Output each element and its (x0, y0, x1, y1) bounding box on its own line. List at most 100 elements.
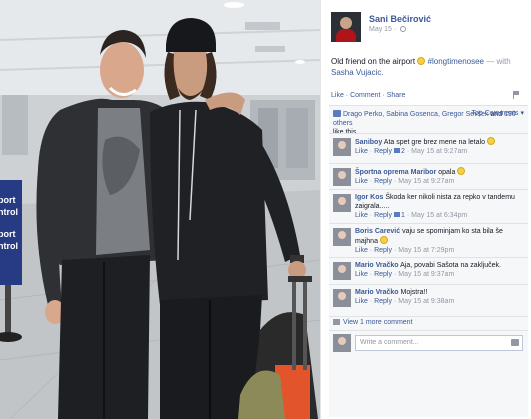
comment-meta: Like · Reply 2 · May 15 at 9:27am (355, 148, 467, 155)
sign-text-4: ntrol (0, 241, 18, 251)
comment-timestamp[interactable]: May 15 at 9:27am (411, 148, 467, 155)
top-comments-dropdown[interactable]: Top Comments ▾ (471, 109, 524, 117)
comment-reply-link[interactable]: Reply (374, 148, 392, 155)
like-count-icon (394, 148, 400, 153)
comment-timestamp[interactable]: May 15 at 9:27am (398, 178, 454, 185)
commenter-avatar[interactable] (333, 194, 351, 212)
globe-icon[interactable] (400, 26, 407, 33)
commenter-name[interactable]: Mario Vračko (355, 289, 399, 296)
comment-meta: Like · Reply · May 15 at 9:37am (355, 271, 454, 278)
smiley-icon (417, 57, 426, 65)
camera-icon[interactable] (511, 339, 519, 346)
commenter-avatar[interactable] (333, 289, 351, 307)
separator: · (369, 271, 373, 278)
commenter-avatar[interactable] (333, 262, 351, 280)
post-header: Sani Bečirović May 15 · (331, 12, 526, 46)
comment-timestamp[interactable]: May 15 at 9:38am (398, 298, 454, 305)
smiley-icon (486, 137, 495, 145)
post-side-panel: Sani Bečirović May 15 · Old friend on th… (320, 0, 531, 419)
author-name[interactable]: Sani Bečirović (369, 14, 431, 24)
comment-like-count[interactable]: 2 (401, 148, 405, 155)
separator: · (345, 92, 349, 99)
comment-like-count[interactable]: 1 (401, 212, 405, 219)
comment-like-link[interactable]: Like (355, 271, 368, 278)
separator: · (369, 247, 373, 254)
commenter-avatar[interactable] (333, 138, 351, 156)
comment-reply-link[interactable]: Reply (374, 271, 392, 278)
comment-text: Mojstra!! (400, 289, 428, 296)
comments-section: Drago Perko, Sabina Gosenca, Gregor Sevš… (329, 105, 528, 417)
commenter-name[interactable]: Boris Carević (355, 228, 400, 235)
separator: · (393, 271, 397, 278)
comment-reply-link[interactable]: Reply (374, 247, 392, 254)
smiley-icon (379, 236, 388, 244)
like-count-icon (394, 212, 400, 217)
separator: · (382, 92, 385, 99)
separator: · (406, 212, 410, 219)
tagged-person-link[interactable]: Sasha Vujacic. (331, 68, 384, 77)
comment-text: opala (438, 169, 456, 176)
comment-body: Igor Kos Škoda ker nikoli nista za repko… (355, 193, 525, 220)
comment-body: Mario Vračko Aja, povabi Sašota na zaklj… (355, 261, 525, 279)
viewer-avatar (333, 334, 351, 352)
commenter-name[interactable]: Športna oprema Maribor (355, 169, 436, 176)
sign-text-1: port (0, 195, 16, 205)
flag-icon[interactable] (513, 91, 519, 99)
comment-row: Igor Kos Škoda ker nikoli nista za repko… (329, 189, 528, 223)
likers-names[interactable]: Drago Perko, Sabina Gosenca, Gregor Sevš… (343, 111, 489, 118)
commenter-name[interactable]: Igor Kos (355, 194, 383, 201)
post-caption: Old friend on the airport #longtimenosee… (331, 56, 526, 78)
commenter-name[interactable]: Mario Vračko (355, 262, 399, 269)
separator: · (393, 247, 397, 254)
comment-row: Mario Vračko Mojstra!! Like · Reply · May… (329, 284, 528, 314)
post-photo[interactable]: port ntrol port ntrol (0, 0, 320, 419)
smiley-icon (457, 167, 466, 175)
separator: · (369, 212, 373, 219)
separator: · (369, 298, 373, 305)
photo-scene: port ntrol port ntrol (0, 0, 320, 419)
comment-row: Mario Vračko Aja, povabi Sašota na zaklj… (329, 257, 528, 284)
thumbs-up-icon (333, 110, 341, 117)
comment-body: Mario Vračko Mojstra!! Like · Reply · May… (355, 288, 525, 306)
comment-reply-link[interactable]: Reply (374, 298, 392, 305)
write-comment-placeholder: Write a comment... (360, 339, 419, 346)
comment-meta: Like · Reply · May 15 at 9:38am (355, 298, 454, 305)
comment-timestamp[interactable]: May 15 at 6:34pm (411, 212, 467, 219)
share-action[interactable]: Share (387, 92, 406, 99)
hashtag-link[interactable]: #longtimenosee (428, 57, 484, 66)
with-text: — with (486, 57, 511, 66)
comment-body: Boris Carević vaju se spominjam ko sta b… (355, 227, 525, 255)
post-date[interactable]: May 15 (369, 26, 392, 33)
separator: · (406, 148, 410, 155)
commenter-avatar[interactable] (333, 168, 351, 186)
comment-reply-link[interactable]: Reply (374, 178, 392, 185)
comment-action[interactable]: Comment (350, 92, 380, 99)
comment-row: Boris Carević vaju se spominjam ko sta b… (329, 223, 528, 257)
write-comment-input[interactable]: Write a comment... (355, 335, 523, 351)
comment-body: Saniboy Ata spet gre brez mene na letalo… (355, 137, 525, 156)
comment-text: Ata spet gre brez mene na letalo (383, 139, 485, 146)
separator: · (393, 298, 397, 305)
comment-meta: Like · Reply · May 15 at 7:29pm (355, 247, 454, 254)
comment-like-link[interactable]: Like (355, 212, 368, 219)
comment-reply-link[interactable]: Reply (374, 212, 392, 219)
post-meta: May 15 · (369, 26, 407, 33)
comment-timestamp[interactable]: May 15 at 7:29pm (398, 247, 454, 254)
comment-like-link[interactable]: Like (355, 178, 368, 185)
commenter-avatar[interactable] (333, 228, 351, 246)
comment-row: Saniboy Ata spet gre brez mene na letalo… (329, 133, 528, 163)
separator: · (393, 178, 397, 185)
separator: · (369, 178, 373, 185)
comment-row: Športna oprema Maribor opala Like · Repl… (329, 163, 528, 189)
author-avatar[interactable] (331, 12, 361, 42)
commenter-name[interactable]: Saniboy (355, 139, 382, 146)
comment-like-link[interactable]: Like (355, 148, 368, 155)
view-more-link[interactable]: View 1 more comment (343, 319, 413, 326)
comment-timestamp[interactable]: May 15 at 9:37am (398, 271, 454, 278)
comment-like-link[interactable]: Like (355, 298, 368, 305)
like-action[interactable]: Like (331, 92, 344, 99)
write-comment-row: Write a comment... (329, 330, 528, 354)
post-actions: Like · Comment · Share (331, 92, 405, 99)
comment-like-link[interactable]: Like (355, 247, 368, 254)
comment-bubble-icon (333, 319, 340, 325)
